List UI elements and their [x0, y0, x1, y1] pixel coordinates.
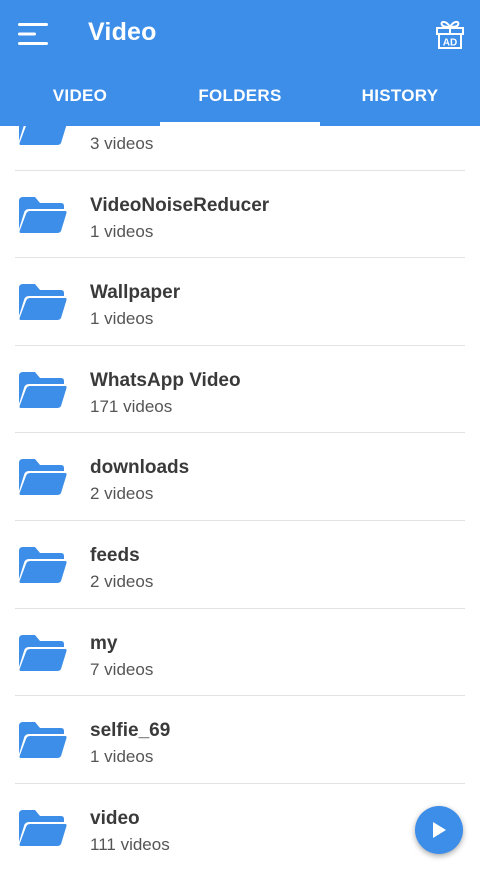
folder-name: feeds — [90, 544, 140, 566]
tab-bar: VIDEO FOLDERS HISTORY — [0, 68, 480, 126]
folder-list: 3 videos VideoNoiseReducer 1 videos Wall… — [0, 83, 480, 871]
folder-row[interactable]: WhatsApp Video 171 videos — [15, 346, 465, 434]
folder-row[interactable]: video 111 videos — [15, 784, 465, 871]
app-bar: Video AD VIDEO FOLDERS HISTORY — [0, 0, 480, 126]
folder-count: 171 videos — [90, 396, 173, 416]
tab-video[interactable]: VIDEO — [0, 68, 160, 126]
folder-row[interactable]: feeds 2 videos — [15, 521, 465, 609]
folder-name: Wallpaper — [90, 282, 181, 304]
folder-count: 111 videos — [90, 834, 170, 854]
folder-name: downloads — [90, 457, 190, 479]
folder-row[interactable]: downloads 2 videos — [15, 433, 465, 521]
play-icon — [433, 822, 446, 838]
play-fab-button[interactable] — [415, 806, 463, 854]
folder-icon — [19, 371, 67, 408]
folder-name: WhatsApp Video — [90, 369, 241, 391]
folder-count: 2 videos — [90, 484, 154, 504]
page-title: Video — [88, 18, 157, 46]
folder-icon — [19, 809, 67, 846]
folder-count: 1 videos — [90, 309, 154, 329]
folder-icon — [19, 459, 67, 496]
folder-row[interactable]: Wallpaper 1 videos — [15, 258, 465, 346]
hamburger-menu-icon — [18, 23, 48, 45]
folder-name: video — [90, 807, 140, 829]
gift-ad-badge: AD — [443, 38, 457, 49]
folder-row[interactable]: selfie_69 1 videos — [15, 696, 465, 784]
folder-name: my — [90, 632, 118, 654]
tab-history[interactable]: HISTORY — [320, 68, 480, 126]
folder-name: VideoNoiseReducer — [90, 194, 270, 216]
folder-icon — [19, 722, 67, 759]
folder-count: 3 videos — [90, 134, 154, 153]
menu-button[interactable] — [12, 14, 56, 54]
folder-count: 2 videos — [90, 571, 154, 591]
folder-count: 1 videos — [90, 747, 154, 767]
gift-ad-button[interactable]: AD — [430, 14, 470, 54]
folder-icon — [19, 196, 67, 233]
folder-icon — [19, 634, 67, 671]
folder-count: 7 videos — [90, 659, 154, 679]
folder-icon — [19, 546, 67, 583]
gift-ad-icon: AD — [436, 20, 464, 49]
folder-row[interactable]: my 7 videos — [15, 609, 465, 697]
tab-folders[interactable]: FOLDERS — [160, 68, 320, 126]
folder-name: selfie_69 — [90, 720, 171, 742]
folder-count: 1 videos — [90, 221, 154, 241]
folder-row[interactable]: VideoNoiseReducer 1 videos — [15, 171, 465, 259]
folder-icon — [19, 284, 67, 321]
